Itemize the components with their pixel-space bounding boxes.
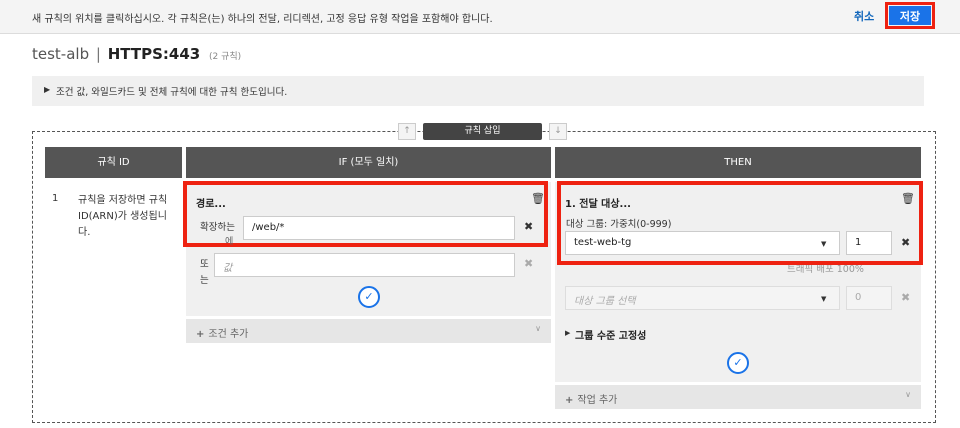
path-value-input[interactable]: /web/* [243, 216, 515, 240]
trash-icon[interactable]: 🗑 [531, 193, 545, 205]
instruction-message: 새 규칙의 위치를 클릭하십시오. 각 규칙은(는) 하나의 전달, 리디렉션,… [32, 14, 493, 25]
condition-row2-label: 또 [200, 259, 209, 270]
close-icon[interactable]: ✖ [901, 237, 910, 249]
column-header-then: THEN [555, 147, 921, 178]
load-balancer-name: test-alb [32, 45, 90, 63]
rule-count: (2 규칙) [208, 52, 242, 62]
expand-triangle-icon[interactable]: ▶ [565, 329, 570, 337]
rule-limits-info[interactable]: ▶ 조건 값, 와일드카드 및 전체 규칙에 대한 규칙 한도입니다. [32, 76, 924, 106]
weight-input[interactable]: 1 [846, 231, 892, 255]
condition-row1-label: 확장하는 [200, 222, 235, 233]
add-condition-button[interactable]: + 조건 추가 ∨ [186, 319, 551, 343]
target-group-select-2[interactable]: 대상 그룹 선택 [565, 286, 840, 310]
target-group-select[interactable]: test-web-tg [565, 231, 840, 255]
title-separator: | [95, 45, 101, 63]
rule-number: 1 [52, 193, 59, 204]
chevron-down-icon: ▼ [821, 295, 827, 303]
expand-triangle-icon[interactable]: ▶ [44, 85, 50, 94]
group-stickiness-label[interactable]: 그룹 수준 고정성 [575, 327, 646, 342]
add-action-label: 작업 추가 [577, 395, 618, 406]
listener-name: HTTPS:443 [107, 45, 201, 63]
cancel-button[interactable]: 취소 [854, 8, 874, 24]
chevron-down-icon: ∨ [905, 390, 911, 399]
top-bar: 새 규칙의 위치를 클릭하십시오. 각 규칙은(는) 하나의 전달, 리디렉션,… [0, 0, 960, 34]
save-button-highlight: 저장 [885, 2, 935, 29]
weight-input-2[interactable]: 0 [846, 286, 892, 310]
rule-limits-text: 조건 값, 와일드카드 및 전체 규칙에 대한 규칙 한도입니다. [56, 87, 288, 98]
save-button[interactable]: 저장 [889, 6, 931, 25]
rule-arn-note: 규칙을 저장하면 규칙 ID(ARN)가 생성됩니다. [78, 195, 168, 238]
column-header-rule-id: 규칙 ID [45, 147, 182, 178]
close-icon[interactable]: ✖ [901, 292, 910, 304]
move-up-arrow-icon[interactable]: ↑ [398, 123, 416, 140]
condition-row2-label-cont: 는 [200, 275, 209, 286]
target-group-value: test-web-tg [574, 237, 632, 248]
move-down-arrow-icon[interactable]: ↓ [549, 123, 567, 140]
action-subtitle: 대상 그룹: 가중치(0-999) [566, 219, 672, 230]
target-group-placeholder: 대상 그룹 선택 [574, 296, 636, 307]
check-icon[interactable]: ✓ [727, 352, 749, 374]
column-header-if: IF (모두 일치) [186, 147, 551, 178]
plus-icon: + [565, 395, 574, 406]
chevron-down-icon: ∨ [535, 324, 541, 333]
close-icon[interactable]: ✖ [524, 221, 533, 233]
page-title: test-alb | HTTPS:443 (2 규칙) [32, 45, 241, 63]
check-icon[interactable]: ✓ [358, 286, 380, 308]
action-title: 1. 전달 대상... [565, 199, 631, 210]
add-condition-label: 조건 추가 [208, 329, 249, 340]
plus-icon: + [196, 329, 205, 340]
chevron-down-icon: ▼ [821, 240, 827, 248]
condition-row1-label-cont: 에 [225, 237, 234, 247]
path-value-input-2[interactable]: 값 [214, 253, 515, 277]
close-icon[interactable]: ✖ [524, 258, 533, 270]
add-action-button[interactable]: + 작업 추가 ∨ [555, 385, 921, 409]
insert-rule-button[interactable]: 규칙 삽입 [423, 123, 542, 140]
trash-icon[interactable]: 🗑 [901, 193, 915, 205]
condition-title: 경로... [196, 199, 226, 210]
